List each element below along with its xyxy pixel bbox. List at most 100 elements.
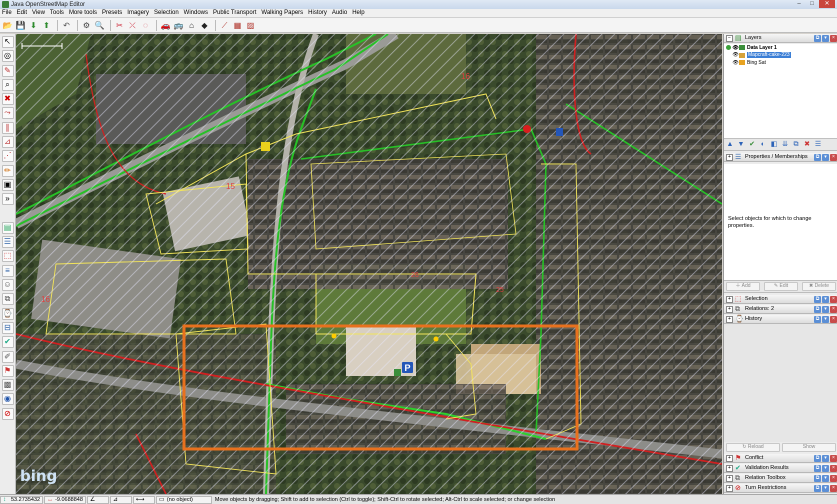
validation-toggle-icon[interactable]: ✔ [1,336,14,349]
filter-toggle-icon[interactable]: ⊟ [1,321,14,334]
add-tag-button[interactable]: ＋ Add [726,282,760,291]
layer-visible-checkbox[interactable] [726,53,731,58]
fence-icon[interactable]: ▦ [232,20,243,31]
delete-mode-icon[interactable]: ✖ [1,93,14,106]
activate-layer-icon[interactable]: ✔ [747,140,757,149]
collapse-icon[interactable]: − [726,34,733,42]
delete-tag-button[interactable]: ✖ Delete [802,282,836,291]
select-mode-icon[interactable]: ↖ [1,36,14,48]
eye-icon[interactable]: 👁 [732,45,739,51]
map-canvas[interactable]: 16 15 16 26 25 P bing [16,34,722,494]
menu-windows[interactable]: Windows [182,9,211,18]
undo-icon[interactable]: ↶ [61,20,72,31]
relation-toolbox-dialog-header[interactable]: + ⧉ Relation Toolbox ⧉ ▾ × [724,474,837,483]
reload-button[interactable]: ↻ Reload [726,443,780,452]
conflict-dialog-header[interactable]: + ⚑ Conflict ⧉ ▾ × [724,454,837,463]
duplicate-layer-icon[interactable]: ⧉ [791,140,801,149]
show-hide-icon[interactable]: ◐ [758,140,768,149]
menu-selection[interactable]: Selection [152,9,182,18]
dialog-close-icon[interactable]: × [830,454,837,462]
menu-edit[interactable]: Edit [15,9,30,18]
collapse-icon[interactable]: + [726,153,733,161]
dialog-close-icon[interactable]: × [830,153,837,161]
map-view[interactable]: 16 15 16 26 25 P bing [16,34,722,494]
draw-line-icon[interactable]: ⟋ [219,20,230,31]
selection-dialog-header[interactable]: + ⬚ Selection ⧉ ▾ × [724,295,837,304]
dialog-close-icon[interactable]: × [830,474,837,482]
merge-layer-icon[interactable]: ⇊ [780,140,790,149]
validation-dialog-header[interactable]: + ✔ Validation Results ⧉ ▾ × [724,464,837,473]
authors-toggle-icon[interactable]: ☺ [1,279,14,292]
parking-preset-icon[interactable]: ◆ [199,20,210,31]
dialog-settings-icon[interactable]: ▾ [822,305,829,313]
more-tools-icon[interactable]: » [1,193,14,206]
dialog-detach-icon[interactable]: ⧉ [814,454,821,462]
eye-icon[interactable]: 👁 [732,52,739,58]
menu-more-tools[interactable]: More tools [67,9,100,18]
delete-layer-icon[interactable]: ✖ [802,140,812,149]
dialog-close-icon[interactable]: × [830,484,837,492]
menu-walking-papers[interactable]: Walking Papers [259,9,306,18]
wall-icon[interactable]: ▨ [245,20,256,31]
layer-row[interactable]: 👁 Mapcraft-cake-223 [724,52,837,60]
menu-view[interactable]: View [30,9,48,18]
layer-visible-checkbox[interactable] [726,60,731,65]
eye-icon[interactable]: 👁 [732,60,739,66]
dialog-settings-icon[interactable]: ▾ [822,295,829,303]
dialog-close-icon[interactable]: × [830,464,837,472]
minimize-button[interactable]: – [793,0,805,8]
relations-dialog-header[interactable]: + ⧉ Relations: 2 ⧉ ▾ × [724,305,837,314]
dialog-settings-icon[interactable]: ▾ [822,474,829,482]
extrude-icon[interactable]: ⊿ [1,136,14,149]
edit-tag-button[interactable]: ✎ Edit [764,282,798,291]
expand-icon[interactable]: + [726,464,733,472]
combine-way-icon[interactable]: ⤫ [127,20,138,31]
box-icon[interactable]: ▣ [1,178,14,191]
move-up-icon[interactable]: ▲ [725,140,735,149]
layer-row[interactable]: 👁 Bing Sat [724,59,837,67]
show-button[interactable]: Show [782,443,836,452]
history-toggle-icon[interactable]: ⌚ [1,307,14,320]
relations-toggle-icon[interactable]: ⧉ [1,293,14,306]
download-icon[interactable]: ⬇ [28,20,39,31]
minimap-toggle-icon[interactable]: ▩ [1,379,14,392]
layer-visible-checkbox[interactable] [726,45,731,51]
dialog-detach-icon[interactable]: ⧉ [814,464,821,472]
align-circle-icon[interactable]: ◌ [140,20,151,31]
properties-dialog-header[interactable]: + ☰ Properties / Memberships ⧉ ▾ × [724,153,837,162]
dialog-settings-icon[interactable]: ▾ [822,315,829,323]
expand-icon[interactable]: + [726,315,733,323]
zoom-icon[interactable]: 🔍 [94,20,105,31]
expand-icon[interactable]: + [726,474,733,482]
building-preset-icon[interactable]: ⌂ [186,20,197,31]
car-preset-icon[interactable]: 🚗 [160,20,171,31]
layers-dialog-header[interactable]: − ▤ Layers ⧉ ▾ × [724,34,837,43]
properties-toggle-icon[interactable]: ☰ [1,236,14,249]
node-icon[interactable]: ⋰ [1,150,14,163]
history-dialog-header[interactable]: + ⌚ History ⧉ ▾ × [724,315,837,324]
maximize-button[interactable]: □ [806,0,818,8]
menu-public-transport[interactable]: Public Transport [211,9,259,18]
no-entry-icon[interactable]: ⊘ [1,407,14,420]
split-way-icon[interactable]: ✂ [114,20,125,31]
dialog-detach-icon[interactable]: ⧉ [814,305,821,313]
move-down-icon[interactable]: ▼ [736,140,746,149]
expand-icon[interactable]: + [726,295,733,303]
dialog-detach-icon[interactable]: ⧉ [814,295,821,303]
selection-toggle-icon[interactable]: ⬚ [1,250,14,263]
close-button[interactable]: ✕ [819,0,835,8]
pencil-icon[interactable]: ✏ [1,164,14,177]
menu-tools[interactable]: Tools [48,9,67,18]
menu-audio[interactable]: Audio [330,9,350,18]
dialog-settings-icon[interactable]: ▾ [822,464,829,472]
dialog-detach-icon[interactable]: ⧉ [814,153,821,161]
zoom-mode-icon[interactable]: ⌕ [1,78,14,91]
layer-menu-icon[interactable]: ☰ [813,140,823,149]
menu-imagery[interactable]: Imagery [125,9,152,18]
expand-icon[interactable]: + [726,484,733,492]
layers-toggle-icon[interactable]: ▤ [1,221,14,234]
dialog-close-icon[interactable]: × [830,295,837,303]
dialog-close-icon[interactable]: × [830,315,837,323]
opacity-icon[interactable]: ◧ [769,140,779,149]
dialog-detach-icon[interactable]: ⧉ [814,315,821,323]
